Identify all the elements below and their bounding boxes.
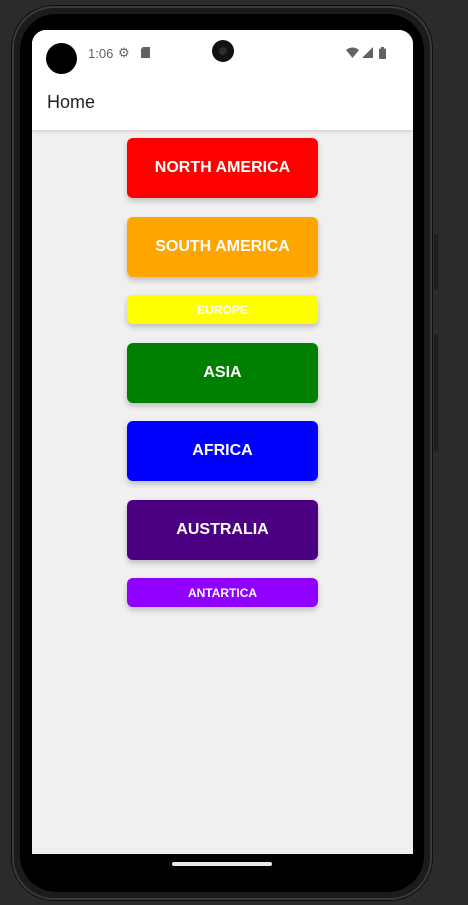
home-indicator[interactable] — [172, 862, 272, 866]
south-america-button[interactable]: SOUTH AMERICA — [127, 217, 318, 277]
page-title: Home — [47, 92, 96, 112]
africa-button[interactable]: AFRICA — [127, 421, 318, 481]
battery-icon — [379, 47, 386, 61]
power-button — [434, 234, 438, 290]
antartica-button[interactable]: ANTARTICA — [127, 578, 318, 607]
volume-button — [434, 334, 438, 452]
front-sensor-dot — [46, 43, 77, 74]
device-screen: 1:06 ⚙ Home NORTH AMERICA SOUTH AMERICA … — [32, 30, 413, 876]
north-america-button[interactable]: NORTH AMERICA — [127, 138, 318, 198]
continent-list: NORTH AMERICA SOUTH AMERICA EUROPE ASIA … — [32, 130, 413, 876]
navigation-bar — [32, 854, 413, 876]
wifi-icon — [346, 47, 359, 60]
gear-icon: ⚙ — [118, 45, 130, 60]
camera-cutout — [212, 40, 234, 62]
signal-icon — [362, 47, 373, 60]
app-bar: Home — [32, 76, 413, 130]
status-bar: 1:06 ⚙ — [32, 30, 413, 76]
sd-card-icon — [141, 47, 150, 60]
australia-button[interactable]: AUSTRALIA — [127, 500, 318, 560]
status-time: 1:06 — [88, 46, 114, 61]
europe-button[interactable]: EUROPE — [127, 295, 318, 324]
asia-button[interactable]: ASIA — [127, 343, 318, 403]
